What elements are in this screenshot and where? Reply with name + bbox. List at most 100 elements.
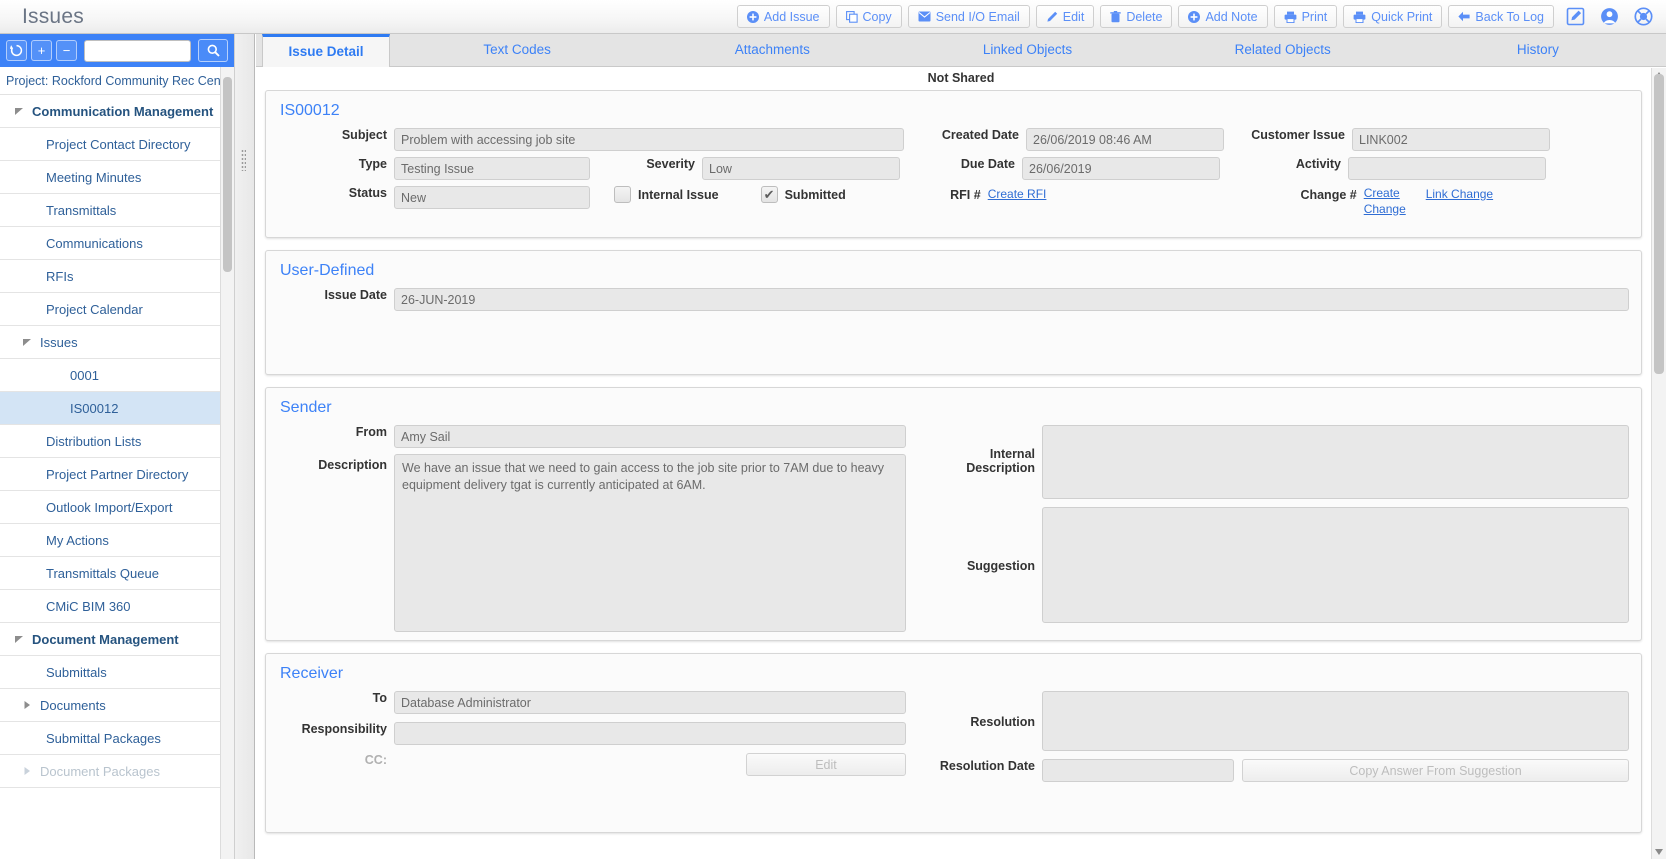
create-rfi-link[interactable]: Create RFI [988, 187, 1047, 203]
tab-issue-detail[interactable]: Issue Detail [262, 34, 390, 67]
resolution-date-field[interactable] [1042, 759, 1234, 782]
sender-panel: Sender From Amy Sail Description We have… [265, 387, 1642, 641]
sidebar-item-submittal-packages[interactable]: Submittal Packages [0, 722, 234, 755]
back-to-log-button[interactable]: Back To Log [1448, 5, 1554, 28]
main-scroll-thumb[interactable] [1654, 74, 1664, 374]
description-field[interactable]: We have an issue that we need to gain ac… [394, 454, 906, 632]
minus-icon[interactable]: − [56, 40, 77, 61]
sidebar-item-issues[interactable]: Issues [0, 326, 234, 359]
created-date-field[interactable]: 26/06/2019 08:46 AM [1026, 128, 1224, 151]
tab-linked-objects[interactable]: Linked Objects [900, 34, 1155, 66]
tab-related-objects[interactable]: Related Objects [1156, 34, 1411, 66]
page-title: Issues [22, 4, 84, 28]
sidebar-scrollbar[interactable] [220, 67, 234, 859]
sidebar-scroll-thumb[interactable] [223, 77, 232, 272]
status-field[interactable]: New [394, 186, 590, 209]
copy-button[interactable]: Copy [835, 5, 902, 28]
resolution-field[interactable] [1042, 691, 1629, 751]
quick-print-button[interactable]: Quick Print [1343, 5, 1443, 28]
edit-label: Edit [1062, 9, 1085, 24]
arrow-left-icon [1458, 11, 1471, 22]
sidebar-item-my-actions[interactable]: My Actions [0, 524, 234, 557]
add-note-button[interactable]: Add Note [1178, 5, 1268, 28]
sidebar-item-project-partner-directory[interactable]: Project Partner Directory [0, 458, 234, 491]
chevron-right-icon[interactable] [22, 764, 34, 779]
print-button[interactable]: Print [1273, 5, 1338, 28]
sidebar-item-0001[interactable]: 0001 [0, 359, 234, 392]
sidebar-nav-list: Communication Management Project Contact … [0, 95, 234, 788]
sidebar-item-transmittals[interactable]: Transmittals [0, 194, 234, 227]
sidebar-splitter[interactable] [235, 34, 255, 859]
activity-label: Activity [1295, 157, 1341, 171]
sidebar-item-project-contact-directory[interactable]: Project Contact Directory [0, 128, 234, 161]
issue-date-field[interactable]: 26-JUN-2019 [394, 288, 1629, 311]
chevron-right-icon[interactable] [22, 698, 34, 713]
sidebar-item-transmittals-queue[interactable]: Transmittals Queue [0, 557, 234, 590]
sidebar-item-submittals[interactable]: Submittals [0, 656, 234, 689]
splitter-grip[interactable] [241, 149, 246, 171]
sidebar-item-documents[interactable]: Documents [0, 689, 234, 722]
customer-issue-field[interactable]: LINK002 [1352, 128, 1550, 151]
create-change-link[interactable]: Create Change [1364, 186, 1426, 217]
sidebar-item-document-management[interactable]: Document Management [0, 623, 234, 656]
from-field[interactable]: Amy Sail [394, 425, 906, 448]
edit-button[interactable]: Edit [1035, 5, 1095, 28]
sidebar-item-label: 0001 [70, 367, 99, 383]
tab-text-codes[interactable]: Text Codes [390, 34, 645, 66]
add-icon[interactable]: + [31, 40, 52, 61]
edit-square-icon[interactable] [1562, 5, 1588, 29]
suggestion-field[interactable] [1042, 507, 1629, 623]
cc-edit-button[interactable]: Edit [746, 753, 906, 776]
send-io-email-button[interactable]: Send I/O Email [907, 5, 1030, 28]
sidebar-item-cmic-bim-360[interactable]: CMiC BIM 360 [0, 590, 234, 623]
due-date-field[interactable]: 26/06/2019 [1022, 157, 1220, 180]
main-scrollbar[interactable] [1651, 68, 1666, 859]
sidebar-item-document-packages[interactable]: Document Packages [0, 755, 234, 788]
responsibility-field[interactable] [394, 722, 906, 745]
internal-description-field[interactable] [1042, 425, 1629, 499]
type-field[interactable]: Testing Issue [394, 157, 590, 180]
sidebar-item-meeting-minutes[interactable]: Meeting Minutes [0, 161, 234, 194]
delete-button[interactable]: Delete [1100, 5, 1173, 28]
chevron-down-icon[interactable] [14, 632, 26, 647]
severity-field[interactable]: Low [702, 157, 900, 180]
sidebar-item-communication-management[interactable]: Communication Management [0, 95, 234, 128]
sidebar-item-label: RFIs [46, 268, 74, 284]
search-input[interactable] [84, 39, 191, 62]
internal-description-label: Internal Description [966, 447, 1035, 476]
sidebar-item-is00012[interactable]: IS00012 [0, 392, 234, 425]
refresh-icon[interactable] [6, 40, 27, 61]
sidebar-item-project-calendar[interactable]: Project Calendar [0, 293, 234, 326]
suggestion-label: Suggestion [966, 559, 1035, 573]
link-change-link[interactable]: Link Change [1426, 187, 1493, 203]
lifebuoy-icon[interactable] [1630, 5, 1656, 29]
sidebar-item-rfis[interactable]: RFIs [0, 260, 234, 293]
add-issue-button[interactable]: Add Issue [736, 5, 830, 28]
copy-answer-button[interactable]: Copy Answer From Suggestion [1242, 759, 1629, 782]
activity-field[interactable] [1348, 157, 1546, 180]
shared-status: Not Shared [256, 67, 1666, 88]
sidebar-item-communications[interactable]: Communications [0, 227, 234, 260]
copy-label: Copy [862, 9, 892, 24]
quick-print-label: Quick Print [1371, 9, 1433, 24]
chevron-down-icon[interactable] [14, 104, 26, 119]
sidebar-item-outlook-import-export[interactable]: Outlook Import/Export [0, 491, 234, 524]
user-circle-icon[interactable] [1596, 5, 1622, 29]
sidebar-item-distribution-lists[interactable]: Distribution Lists [0, 425, 234, 458]
main-content: Issue Detail Text Codes Attachments Linked … [256, 34, 1666, 859]
scroll-down-icon[interactable] [1655, 849, 1663, 855]
search-icon[interactable] [198, 39, 228, 62]
subject-field[interactable]: Problem with accessing job site [394, 128, 904, 151]
sidebar-item-label: Issues [40, 334, 78, 350]
internal-issue-checkbox[interactable] [614, 186, 631, 203]
issue-detail-panel: IS00012 Subject Problem with accessing j… [265, 90, 1642, 238]
envelope-icon [918, 11, 931, 22]
sidebar-item-label: Documents [40, 697, 106, 713]
to-field[interactable]: Database Administrator [394, 691, 906, 714]
submitted-checkbox[interactable]: ✔ [760, 186, 778, 203]
tab-history[interactable]: History [1411, 34, 1666, 66]
customer-issue-label: Customer Issue [1251, 128, 1345, 142]
tab-attachments[interactable]: Attachments [645, 34, 900, 66]
description-label: Description [318, 458, 387, 472]
chevron-down-icon[interactable] [22, 335, 34, 350]
